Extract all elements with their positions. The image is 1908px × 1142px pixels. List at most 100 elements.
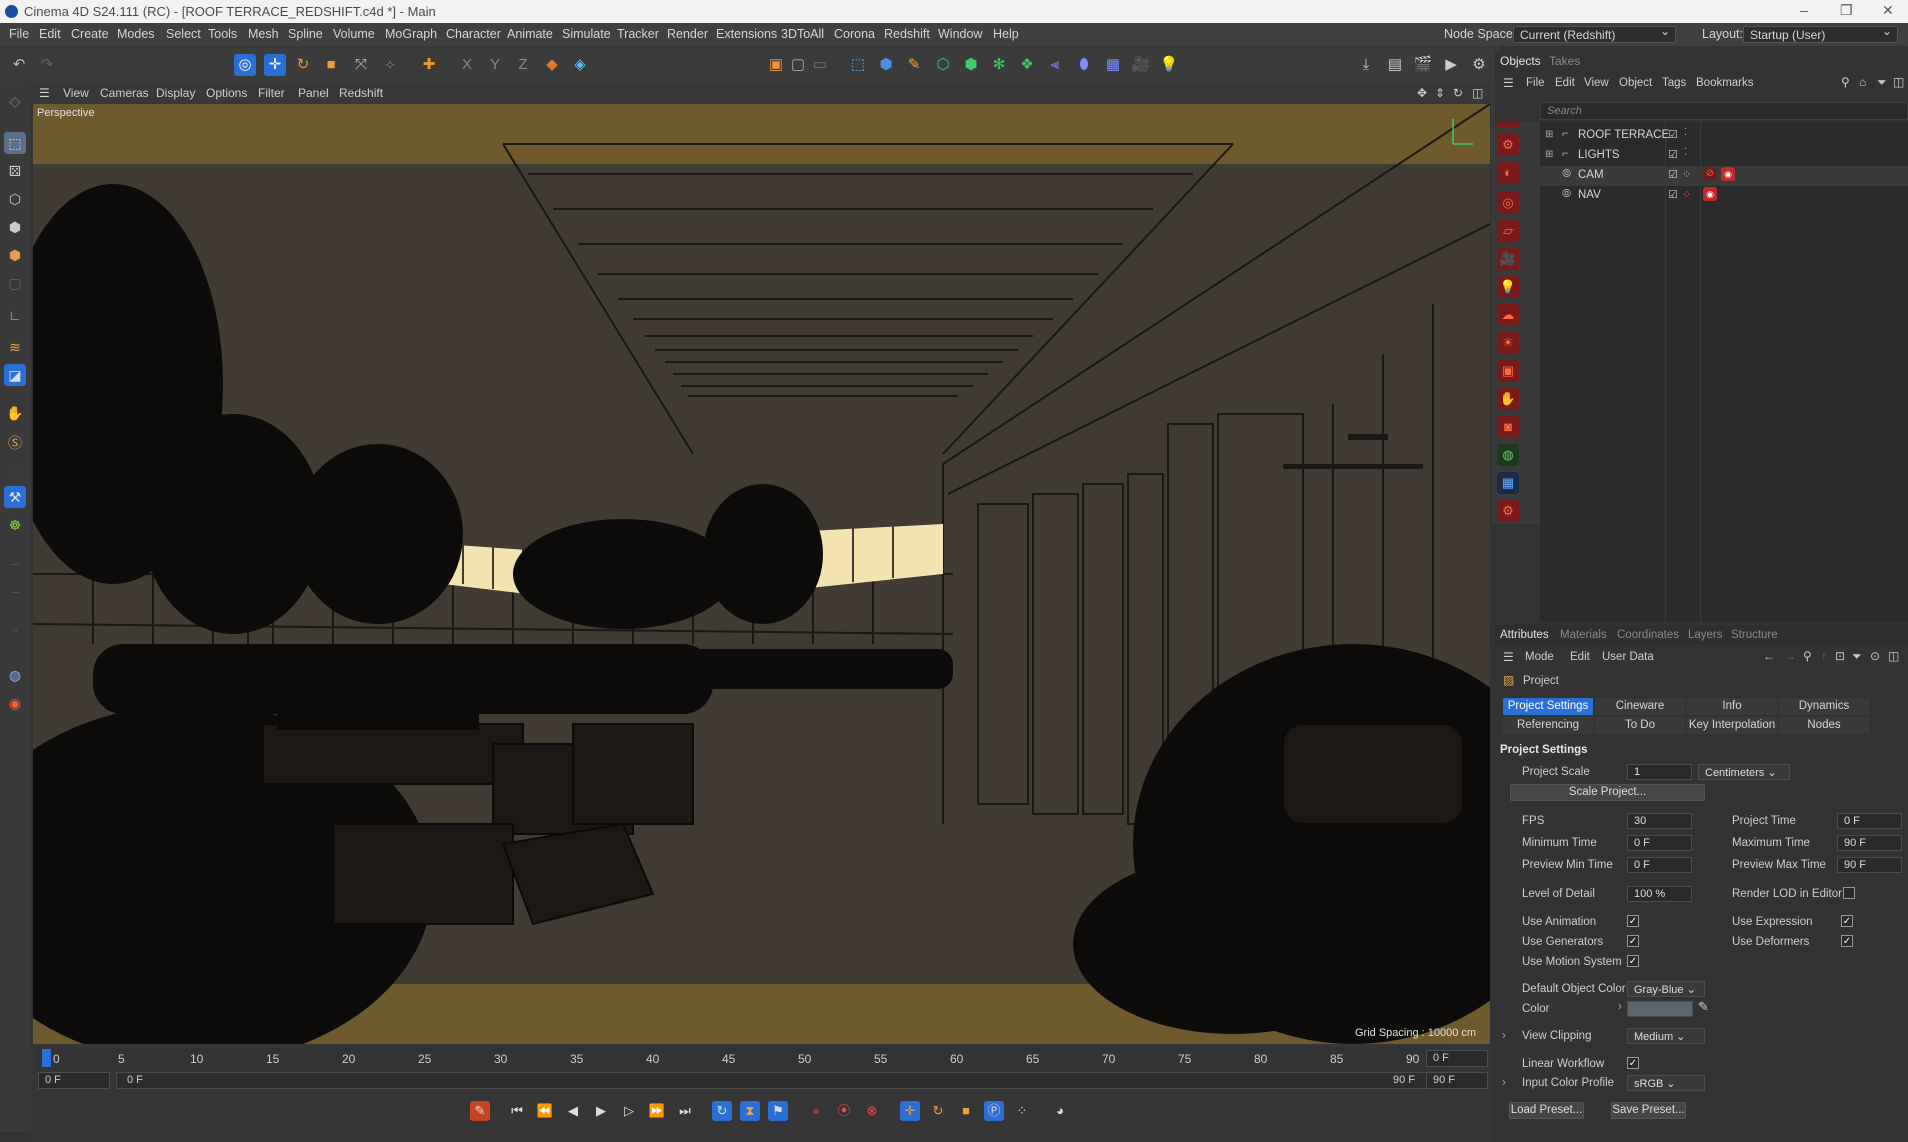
linear-workflow-checkbox[interactable]: ✓ [1627, 1057, 1639, 1069]
polygons-mode-icon[interactable]: ⬢ [4, 244, 26, 266]
viewport-menu-redshift[interactable]: Redshift [339, 86, 383, 100]
axis-mode-icon[interactable]: ∟ [4, 304, 26, 326]
redshift-camera-tag-icon[interactable]: ◉ [1721, 167, 1735, 181]
tab-materials[interactable]: Materials [1560, 629, 1607, 641]
redshift-sun-icon[interactable]: ☀ [1497, 332, 1519, 354]
menu-mesh[interactable]: Mesh [248, 27, 279, 41]
go-to-end-icon[interactable]: ⏭ [675, 1101, 695, 1121]
world-axis-icon[interactable]: ✚ [418, 54, 440, 76]
redshift-light-icon[interactable]: 💡 [1497, 276, 1519, 298]
objects-search-icon[interactable]: ⚲ [1841, 75, 1850, 89]
objects-filter-icon[interactable]: ⏷ [1877, 75, 1887, 90]
measure-tool-icon[interactable]: ⎯ [4, 580, 26, 602]
deformer-icon[interactable]: ⫷ [1044, 54, 1066, 76]
lock-icon[interactable]: ⊡ [1835, 649, 1845, 663]
angle-tool-icon[interactable]: ° [4, 622, 26, 644]
python-icon[interactable]: ☸ [4, 514, 26, 536]
color-picker-icon[interactable]: ✎ [1698, 999, 1709, 1015]
viewport-hamburger-icon[interactable]: ☰ [39, 86, 50, 100]
snap-icon[interactable]: ◈ [569, 54, 591, 76]
key-scale-icon[interactable]: ■ [956, 1101, 976, 1121]
keyframe-selection-icon[interactable]: ⊗ [862, 1101, 882, 1121]
tab-attributes[interactable]: Attributes [1500, 629, 1549, 641]
z-axis-lock-icon[interactable]: Z [512, 54, 534, 76]
save-preset-button[interactable]: Save Preset... [1611, 1102, 1686, 1119]
make-editable-icon[interactable]: ◇ [4, 90, 26, 112]
render-lod-checkbox[interactable] [1843, 887, 1855, 899]
visibility-dots-icon[interactable]: ⁘ [1682, 168, 1691, 181]
viewport-menu-panel[interactable]: Panel [298, 86, 329, 100]
record-active-icon[interactable]: ● [806, 1101, 826, 1121]
tab-coordinates[interactable]: Coordinates [1617, 629, 1679, 641]
next-key-icon[interactable]: ⏩ [647, 1101, 667, 1121]
solo-icon[interactable]: Ⓢ [4, 432, 26, 454]
render-active-view-icon[interactable]: ▶ [1440, 54, 1462, 76]
forward-arrow-icon[interactable]: → [1784, 649, 1796, 663]
attributes-menu-mode[interactable]: Mode [1525, 651, 1554, 663]
redshift-snapshot-icon[interactable]: ◎ [1497, 192, 1519, 214]
render-region-icon[interactable]: ▣ [765, 54, 787, 76]
redshift-ipr-icon[interactable]: ◐ [1497, 162, 1519, 184]
undo-icon[interactable]: ↶ [8, 54, 30, 76]
camera-object-icon[interactable]: 🎥 [1130, 54, 1152, 76]
menu-spline[interactable]: Spline [288, 27, 323, 41]
maximize-icon[interactable]: ❐ [1840, 2, 1853, 19]
tweak-tool-icon[interactable]: ⟡ [379, 54, 401, 76]
menu-animate[interactable]: Animate [507, 27, 553, 41]
picture-viewer-icon[interactable]: ▤ [1384, 54, 1406, 76]
object-row-nav[interactable]: ⦾ NAV ☑ ⁘ ◉ [1540, 186, 1908, 206]
up-arrow-icon[interactable]: ↑ [1821, 649, 1827, 663]
tweak-mode-icon[interactable]: ≋ [4, 336, 26, 358]
layer-toggle-icon[interactable]: ☑ [1668, 188, 1678, 201]
use-deformers-checkbox[interactable]: ✓ [1841, 935, 1853, 947]
tab-cineware[interactable]: Cineware [1595, 698, 1685, 715]
layer-toggle-icon[interactable]: ☑ [1668, 168, 1678, 181]
attr-new-window-icon[interactable]: ◫ [1888, 649, 1899, 663]
motion-system-icon[interactable]: ◕ [1050, 1101, 1070, 1121]
snapping-icon[interactable]: ◪ [4, 364, 26, 386]
scale-tool-icon[interactable]: ■ [320, 54, 342, 76]
floor-icon[interactable]: ▦ [1102, 54, 1124, 76]
cloner-icon[interactable]: ✻ [988, 54, 1010, 76]
protection-tag-icon[interactable]: ⊘ [1703, 167, 1717, 181]
attr-filter-icon[interactable]: ⏷ [1852, 649, 1862, 664]
scale-project-button[interactable]: Scale Project... [1510, 784, 1705, 801]
use-animation-checkbox[interactable]: ✓ [1627, 915, 1639, 927]
autokey-icon[interactable]: ⚑ [768, 1101, 788, 1121]
current-frame-field[interactable]: 0 F [1426, 1050, 1488, 1067]
record-keys-icon[interactable]: ✎ [470, 1101, 490, 1121]
subdivision-icon[interactable]: ⬡ [932, 54, 954, 76]
live-selection-icon[interactable]: ◎ [234, 54, 256, 76]
project-time-input[interactable]: 0 F [1837, 813, 1902, 829]
objects-menu-tags[interactable]: Tags [1662, 77, 1686, 89]
expand-icon[interactable]: ⊞ [1545, 149, 1553, 160]
menu-extensions[interactable]: Extensions [716, 27, 777, 41]
viewport-rotate-icon[interactable]: ↻ [1453, 86, 1463, 100]
go-to-start-icon[interactable]: ⏮ [507, 1101, 527, 1121]
redshift-volume-icon[interactable]: ◙ [1497, 416, 1519, 438]
color-expand-icon[interactable]: › [1618, 1001, 1622, 1013]
attr-settings-icon[interactable]: ⊙ [1870, 649, 1880, 663]
render-queue-icon[interactable]: ▭ [809, 54, 831, 76]
timeline-ruler[interactable] [36, 1047, 1446, 1071]
viewport-zoom-icon[interactable]: ⇕ [1435, 86, 1445, 100]
fps-input[interactable]: 30 [1627, 813, 1692, 829]
objects-menu-edit[interactable]: Edit [1555, 77, 1575, 89]
objects-menu-object[interactable]: Object [1619, 77, 1652, 89]
viewport-menu-options[interactable]: Options [206, 86, 247, 100]
previous-key-icon[interactable]: ⏪ [535, 1101, 555, 1121]
preview-max-input[interactable]: 90 F [1837, 857, 1902, 873]
lod-input[interactable]: 100 % [1627, 886, 1692, 902]
load-preset-button[interactable]: Load Preset... [1509, 1102, 1584, 1119]
color-swatch[interactable] [1627, 1001, 1693, 1017]
layout-select[interactable]: Startup (User) [1743, 24, 1898, 43]
objects-search-input[interactable]: Search [1540, 102, 1908, 120]
loop-icon[interactable]: ↻ [712, 1101, 732, 1121]
input-color-select[interactable]: sRGB ⌄ [1627, 1075, 1705, 1091]
menu-redshift[interactable]: Redshift [884, 27, 930, 41]
extrude-icon[interactable]: ⬢ [960, 54, 982, 76]
viewport-move-icon[interactable]: ✥ [1417, 86, 1427, 100]
menu-file[interactable]: File [9, 27, 29, 41]
coordinate-system-icon[interactable]: ◆ [541, 54, 563, 76]
corona-tool-icon[interactable]: ◉ [4, 692, 26, 714]
